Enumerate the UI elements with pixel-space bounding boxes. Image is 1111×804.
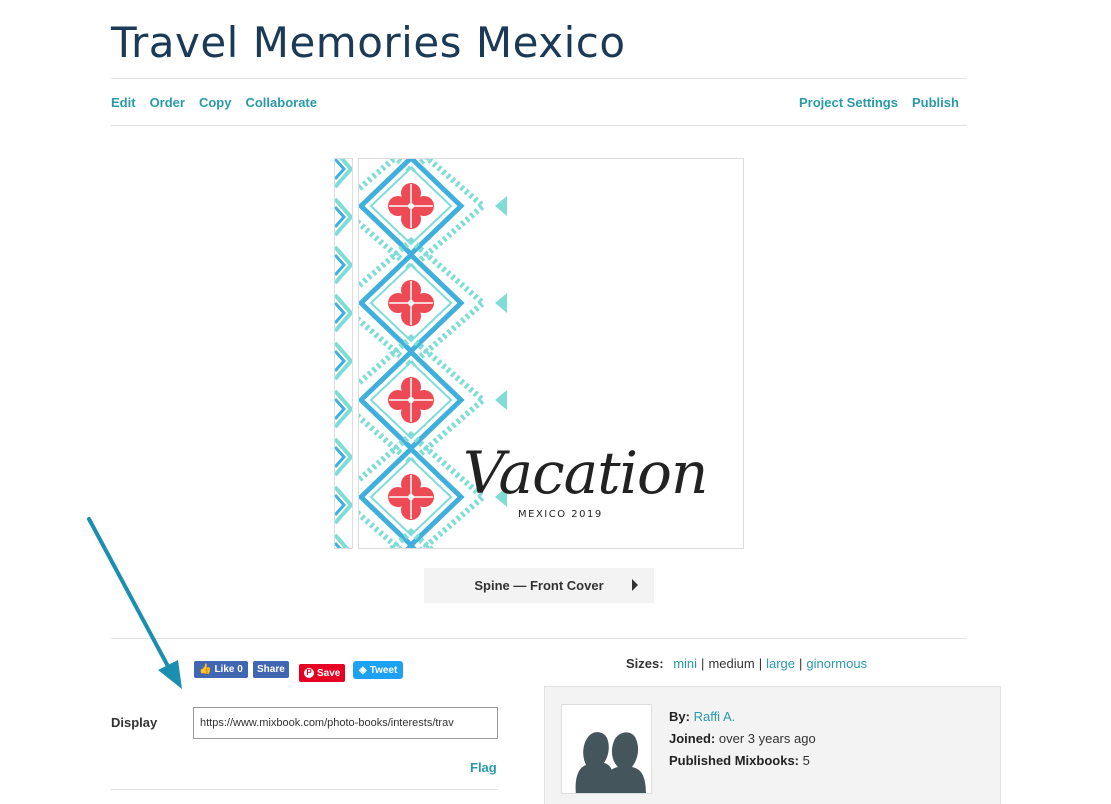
title-divider <box>111 78 967 79</box>
page-title: Travel Memories Mexico <box>111 18 626 67</box>
nav-project-settings[interactable]: Project Settings <box>799 95 898 110</box>
size-option-medium: medium <box>708 656 755 671</box>
thumbs-up-icon: 👍 <box>199 664 212 675</box>
nav-collaborate[interactable]: Collaborate <box>245 95 317 110</box>
author-info: By: Raffi A. Joined: over 3 years ago Pu… <box>669 709 816 768</box>
nav-edit[interactable]: Edit <box>111 95 136 110</box>
size-selector: Sizes: mini | medium | large | ginormous <box>626 656 868 671</box>
joined-value: over 3 years ago <box>718 731 816 746</box>
avatar[interactable] <box>561 704 652 794</box>
facebook-share-button[interactable]: Share <box>253 661 289 678</box>
book-preview[interactable]: Vacation MEXICO 2019 <box>334 158 744 549</box>
twitter-bird-icon: ◈ <box>359 664 367 676</box>
author-name-link[interactable]: Raffi A. <box>694 709 736 724</box>
nav-publish[interactable]: Publish <box>912 95 959 110</box>
facebook-like-button[interactable]: 👍 Like 0 <box>194 661 248 678</box>
display-divider <box>111 789 498 790</box>
cover-title: Vacation <box>463 439 708 507</box>
nav-divider <box>111 125 967 126</box>
pinterest-icon: P <box>304 668 314 678</box>
play-right-icon <box>632 579 638 591</box>
size-option-mini[interactable]: mini <box>673 656 697 671</box>
page-navigator-label: Spine — Front Cover <box>474 578 604 593</box>
nav-order[interactable]: Order <box>150 95 185 110</box>
spine-pattern <box>335 159 352 548</box>
display-label: Display <box>111 715 158 730</box>
flag-link[interactable]: Flag <box>470 760 497 775</box>
twitter-tweet-button[interactable]: ◈ Tweet <box>353 661 404 679</box>
published-count: 5 <box>802 753 810 768</box>
book-spine <box>334 158 353 549</box>
section-divider <box>111 638 967 639</box>
size-option-ginormous[interactable]: ginormous <box>806 656 867 671</box>
display-url-field[interactable] <box>193 707 498 739</box>
pinterest-save-button[interactable]: P Save <box>299 664 346 682</box>
cover-subtitle: MEXICO 2019 <box>518 509 603 520</box>
project-nav-left: Edit Order Copy Collaborate <box>111 95 317 110</box>
project-nav-right: Project Settings Publish <box>799 95 959 110</box>
book-front-cover: Vacation MEXICO 2019 <box>358 158 744 549</box>
size-option-large[interactable]: large <box>766 656 795 671</box>
nav-copy[interactable]: Copy <box>199 95 232 110</box>
page-navigator-button[interactable]: Spine — Front Cover <box>424 568 654 603</box>
sizes-label: Sizes: <box>626 656 664 671</box>
annotation-arrow-icon <box>87 517 182 689</box>
user-silhouette-icon <box>575 732 646 793</box>
author-panel: By: Raffi A. Joined: over 3 years ago Pu… <box>544 686 1001 804</box>
